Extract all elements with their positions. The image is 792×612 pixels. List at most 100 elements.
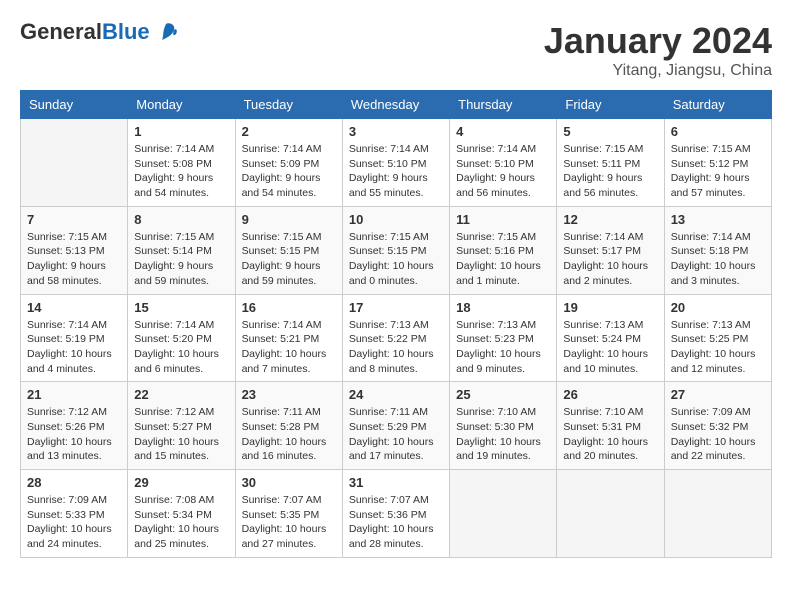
day-info: Sunrise: 7:11 AMSunset: 5:28 PMDaylight:… xyxy=(242,405,336,464)
calendar-cell: 23Sunrise: 7:11 AMSunset: 5:28 PMDayligh… xyxy=(235,382,342,470)
weekday-header-tuesday: Tuesday xyxy=(235,91,342,119)
calendar-cell: 14Sunrise: 7:14 AMSunset: 5:19 PMDayligh… xyxy=(21,294,128,382)
day-number: 30 xyxy=(242,475,336,490)
day-info: Sunrise: 7:08 AMSunset: 5:34 PMDaylight:… xyxy=(134,493,228,552)
logo-general: General xyxy=(20,19,102,44)
day-number: 19 xyxy=(563,300,657,315)
day-number: 29 xyxy=(134,475,228,490)
calendar-week-row: 21 Sunrise: 7:12 AMSunset: 5:26 PMDayligh… xyxy=(21,382,772,470)
weekday-header-friday: Friday xyxy=(557,91,664,119)
calendar-cell: 28Sunrise: 7:09 AMSunset: 5:33 PMDayligh… xyxy=(21,470,128,558)
weekday-header-thursday: Thursday xyxy=(450,91,557,119)
calendar-cell: 24 Sunrise: 7:11 AMSunset: 5:29 PMDayligh… xyxy=(342,382,449,470)
day-info: Sunrise: 7:14 AMSunset: 5:08 PMDaylight:… xyxy=(134,142,228,201)
day-number: 1 xyxy=(134,124,228,139)
day-number: 24 xyxy=(349,387,443,402)
day-info: Sunrise: 7:15 AMSunset: 5:14 PMDaylight:… xyxy=(134,230,228,289)
page-header: GeneralBlue January 2024 Yitang, Jiangsu… xyxy=(20,20,772,80)
day-info: Sunrise: 7:15 AMSunset: 5:16 PMDaylight:… xyxy=(456,230,550,289)
calendar-cell: 6 Sunrise: 7:15 AMSunset: 5:12 PMDaylight… xyxy=(664,119,771,207)
calendar-cell: 15Sunrise: 7:14 AMSunset: 5:20 PMDayligh… xyxy=(128,294,235,382)
day-info: Sunrise: 7:11 AMSunset: 5:29 PMDaylight:… xyxy=(349,405,443,464)
calendar-cell: 13 Sunrise: 7:14 AMSunset: 5:18 PMDayligh… xyxy=(664,206,771,294)
day-info: Sunrise: 7:12 AMSunset: 5:26 PMDaylight:… xyxy=(27,405,121,464)
day-info: Sunrise: 7:13 AMSunset: 5:25 PMDaylight:… xyxy=(671,318,765,377)
day-number: 10 xyxy=(349,212,443,227)
day-number: 13 xyxy=(671,212,765,227)
logo-bird-icon xyxy=(154,22,178,42)
logo: GeneralBlue xyxy=(20,20,178,44)
calendar-cell: 22Sunrise: 7:12 AMSunset: 5:27 PMDayligh… xyxy=(128,382,235,470)
day-number: 17 xyxy=(349,300,443,315)
calendar-cell: 18Sunrise: 7:13 AMSunset: 5:23 PMDayligh… xyxy=(450,294,557,382)
day-info: Sunrise: 7:15 AMSunset: 5:11 PMDaylight:… xyxy=(563,142,657,201)
day-number: 25 xyxy=(456,387,550,402)
logo-blue: Blue xyxy=(102,19,150,44)
day-number: 20 xyxy=(671,300,765,315)
calendar-week-row: 14Sunrise: 7:14 AMSunset: 5:19 PMDayligh… xyxy=(21,294,772,382)
title-block: January 2024 Yitang, Jiangsu, China xyxy=(544,20,772,80)
calendar-cell: 26Sunrise: 7:10 AMSunset: 5:31 PMDayligh… xyxy=(557,382,664,470)
calendar-cell: 20 Sunrise: 7:13 AMSunset: 5:25 PMDayligh… xyxy=(664,294,771,382)
calendar-cell: 27 Sunrise: 7:09 AMSunset: 5:32 PMDayligh… xyxy=(664,382,771,470)
weekday-header-wednesday: Wednesday xyxy=(342,91,449,119)
day-info: Sunrise: 7:07 AMSunset: 5:36 PMDaylight:… xyxy=(349,493,443,552)
day-number: 16 xyxy=(242,300,336,315)
day-info: Sunrise: 7:09 AMSunset: 5:33 PMDaylight:… xyxy=(27,493,121,552)
day-number: 4 xyxy=(456,124,550,139)
calendar-cell: 19 Sunrise: 7:13 AMSunset: 5:24 PMDayligh… xyxy=(557,294,664,382)
day-number: 5 xyxy=(563,124,657,139)
calendar-cell xyxy=(664,470,771,558)
day-number: 21 xyxy=(27,387,121,402)
day-info: Sunrise: 7:14 AMSunset: 5:10 PMDaylight:… xyxy=(456,142,550,201)
calendar-cell xyxy=(21,119,128,207)
month-title: January 2024 xyxy=(544,20,772,62)
logo-text: GeneralBlue xyxy=(20,20,150,44)
calendar-cell: 3 Sunrise: 7:14 AMSunset: 5:10 PMDaylight… xyxy=(342,119,449,207)
day-info: Sunrise: 7:14 AMSunset: 5:09 PMDaylight:… xyxy=(242,142,336,201)
day-info: Sunrise: 7:07 AMSunset: 5:35 PMDaylight:… xyxy=(242,493,336,552)
day-number: 15 xyxy=(134,300,228,315)
calendar-cell: 29 Sunrise: 7:08 AMSunset: 5:34 PMDayligh… xyxy=(128,470,235,558)
day-number: 8 xyxy=(134,212,228,227)
calendar-cell: 31Sunrise: 7:07 AMSunset: 5:36 PMDayligh… xyxy=(342,470,449,558)
calendar-table: SundayMondayTuesdayWednesdayThursdayFrid… xyxy=(20,90,772,558)
day-info: Sunrise: 7:10 AMSunset: 5:31 PMDaylight:… xyxy=(563,405,657,464)
day-info: Sunrise: 7:09 AMSunset: 5:32 PMDaylight:… xyxy=(671,405,765,464)
calendar-week-row: 7 Sunrise: 7:15 AMSunset: 5:13 PMDaylight… xyxy=(21,206,772,294)
day-number: 27 xyxy=(671,387,765,402)
day-info: Sunrise: 7:15 AMSunset: 5:15 PMDaylight:… xyxy=(349,230,443,289)
day-info: Sunrise: 7:14 AMSunset: 5:21 PMDaylight:… xyxy=(242,318,336,377)
calendar-cell: 11 Sunrise: 7:15 AMSunset: 5:16 PMDayligh… xyxy=(450,206,557,294)
day-number: 3 xyxy=(349,124,443,139)
day-info: Sunrise: 7:15 AMSunset: 5:15 PMDaylight:… xyxy=(242,230,336,289)
calendar-cell: 16 Sunrise: 7:14 AMSunset: 5:21 PMDayligh… xyxy=(235,294,342,382)
day-info: Sunrise: 7:14 AMSunset: 5:19 PMDaylight:… xyxy=(27,318,121,377)
day-number: 6 xyxy=(671,124,765,139)
day-info: Sunrise: 7:15 AMSunset: 5:12 PMDaylight:… xyxy=(671,142,765,201)
day-info: Sunrise: 7:13 AMSunset: 5:24 PMDaylight:… xyxy=(563,318,657,377)
calendar-cell: 8 Sunrise: 7:15 AMSunset: 5:14 PMDaylight… xyxy=(128,206,235,294)
weekday-header-row: SundayMondayTuesdayWednesdayThursdayFrid… xyxy=(21,91,772,119)
day-info: Sunrise: 7:15 AMSunset: 5:13 PMDaylight:… xyxy=(27,230,121,289)
day-info: Sunrise: 7:13 AMSunset: 5:23 PMDaylight:… xyxy=(456,318,550,377)
weekday-header-saturday: Saturday xyxy=(664,91,771,119)
calendar-cell: 1 Sunrise: 7:14 AMSunset: 5:08 PMDaylight… xyxy=(128,119,235,207)
calendar-cell xyxy=(557,470,664,558)
day-info: Sunrise: 7:14 AMSunset: 5:18 PMDaylight:… xyxy=(671,230,765,289)
calendar-cell: 21 Sunrise: 7:12 AMSunset: 5:26 PMDayligh… xyxy=(21,382,128,470)
calendar-week-row: 28Sunrise: 7:09 AMSunset: 5:33 PMDayligh… xyxy=(21,470,772,558)
calendar-cell: 12 Sunrise: 7:14 AMSunset: 5:17 PMDayligh… xyxy=(557,206,664,294)
weekday-header-sunday: Sunday xyxy=(21,91,128,119)
day-info: Sunrise: 7:14 AMSunset: 5:17 PMDaylight:… xyxy=(563,230,657,289)
calendar-week-row: 1 Sunrise: 7:14 AMSunset: 5:08 PMDaylight… xyxy=(21,119,772,207)
day-number: 7 xyxy=(27,212,121,227)
day-info: Sunrise: 7:10 AMSunset: 5:30 PMDaylight:… xyxy=(456,405,550,464)
day-number: 9 xyxy=(242,212,336,227)
day-info: Sunrise: 7:13 AMSunset: 5:22 PMDaylight:… xyxy=(349,318,443,377)
day-number: 2 xyxy=(242,124,336,139)
day-info: Sunrise: 7:14 AMSunset: 5:10 PMDaylight:… xyxy=(349,142,443,201)
day-number: 11 xyxy=(456,212,550,227)
calendar-cell: 25 Sunrise: 7:10 AMSunset: 5:30 PMDayligh… xyxy=(450,382,557,470)
day-number: 12 xyxy=(563,212,657,227)
